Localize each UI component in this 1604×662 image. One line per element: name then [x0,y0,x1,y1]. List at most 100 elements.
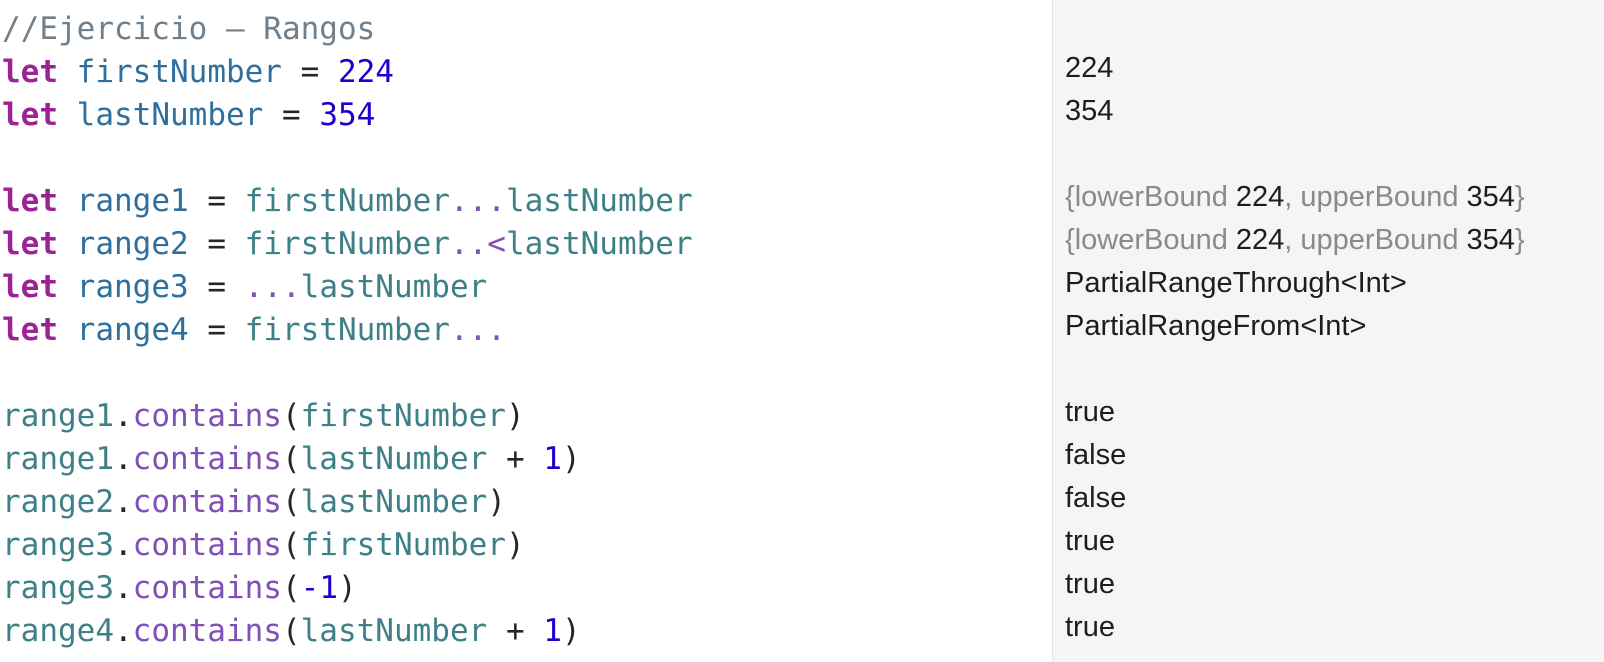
range1-reference: range1 [2,441,114,477]
result-value: 224 [1065,52,1114,84]
contains-method: contains [132,484,282,520]
range1-declaration: range1 [76,183,189,219]
result-value: true [1065,525,1115,557]
open-paren: ( [281,484,301,520]
let-keyword: let [2,183,58,219]
contains-method: contains [132,441,282,477]
result-first-number[interactable]: 224 [1065,46,1113,90]
range3-declaration: range3 [76,269,189,305]
first-number-reference: firstNumber [244,183,450,219]
playground-window: //Ejercicio — Rangos let firstNumber = 2… [0,0,1604,662]
result-range4[interactable]: PartialRangeFrom<Int> [1065,304,1366,348]
dot: . [113,570,133,606]
range2-reference: range2 [2,484,114,520]
result-value: true [1065,396,1115,428]
range3-reference: range3 [2,527,114,563]
result-value: 354 [1065,95,1114,127]
first-number-reference: firstNumber [244,226,450,262]
dot: . [113,398,133,434]
dot: . [113,441,133,477]
contains-method: contains [132,527,282,563]
code-line-range1[interactable]: let range1 = firstNumber...lastNumber [2,179,693,223]
comma: , [1284,224,1301,256]
result-check3[interactable]: false [1065,476,1126,520]
brace-close: } [1514,224,1525,256]
comment-text: //Ejercicio — Rangos [2,11,376,47]
result-range3[interactable]: PartialRangeThrough<Int> [1065,261,1407,305]
brace-close: } [1514,181,1525,213]
code-line-last-number[interactable]: let lastNumber = 354 [2,93,375,137]
brace-open: { [1065,224,1075,256]
assign-operator: = [263,97,320,133]
first-number-literal: 224 [337,54,394,90]
upper-bound-value: 354 [1466,224,1515,256]
close-paren: ) [561,441,581,477]
result-check6[interactable]: true [1065,605,1115,649]
result-last-number[interactable]: 354 [1065,89,1113,133]
let-keyword: let [2,226,58,262]
code-line-range2[interactable]: let range2 = firstNumber..<lastNumber [2,222,693,266]
first-number-declaration: firstNumber [76,54,282,90]
code-line-check3[interactable]: range2.contains(lastNumber) [2,480,506,524]
let-keyword: let [2,97,58,133]
code-line-check5[interactable]: range3.contains(-1) [2,566,357,610]
contains-method: contains [132,613,282,649]
code-line-range3[interactable]: let range3 = ...lastNumber [2,265,487,309]
result-value: false [1065,482,1127,514]
range2-declaration: range2 [76,226,189,262]
last-number-reference: lastNumber [300,613,488,649]
one-literal: 1 [543,613,562,649]
dot: . [113,613,133,649]
last-number-reference: lastNumber [300,441,488,477]
minus-sign: - [300,570,320,606]
source-editor[interactable]: //Ejercicio — Rangos let firstNumber = 2… [0,0,1052,662]
let-keyword: let [2,312,58,348]
open-paren: ( [281,441,301,477]
result-check1[interactable]: true [1065,390,1115,434]
one-literal: 1 [543,441,562,477]
range1-reference: range1 [2,398,114,434]
close-paren: ) [505,398,525,434]
assign-operator: = [188,269,245,305]
code-line-check2[interactable]: range1.contains(lastNumber + 1) [2,437,581,481]
dot: . [113,527,133,563]
last-number-reference: lastNumber [300,269,488,305]
half-open-range-operator: ..< [449,226,506,262]
result-check2[interactable]: false [1065,433,1126,477]
range4-reference: range4 [2,613,114,649]
first-number-reference: firstNumber [300,398,506,434]
last-number-declaration: lastNumber [76,97,264,133]
upper-bound-value: 354 [1466,181,1515,213]
upper-bound-label: upperBound [1300,181,1459,213]
result-type: PartialRangeFrom<Int> [1065,310,1367,342]
close-paren: ) [487,484,506,520]
contains-method: contains [132,570,282,606]
close-paren: ) [505,527,525,563]
range3-reference: range3 [2,570,114,606]
code-line-check4[interactable]: range3.contains(firstNumber) [2,523,525,567]
plus-operator: + [487,613,544,649]
result-check5[interactable]: true [1065,562,1115,606]
results-sidebar: 224 354 {lowerBound 224, upperBound 354}… [1052,0,1604,662]
code-line-first-number[interactable]: let firstNumber = 224 [2,50,394,94]
open-paren: ( [281,398,301,434]
last-number-literal: 354 [319,97,376,133]
result-value: true [1065,611,1115,643]
assign-operator: = [281,54,338,90]
closed-range-operator: ... [449,312,506,348]
result-range2[interactable]: {lowerBound 224, upperBound 354} [1065,218,1525,262]
code-line-range4[interactable]: let range4 = firstNumber... [2,308,506,352]
assign-operator: = [188,312,245,348]
let-keyword: let [2,269,58,305]
lower-bound-value: 224 [1235,181,1285,213]
assign-operator: = [188,183,245,219]
code-line-comment[interactable]: //Ejercicio — Rangos [2,7,375,51]
last-number-reference: lastNumber [300,484,488,520]
first-number-reference: firstNumber [244,312,450,348]
closed-range-operator: ... [449,183,506,219]
result-check4[interactable]: true [1065,519,1115,563]
result-range1[interactable]: {lowerBound 224, upperBound 354} [1065,175,1525,219]
code-line-check1[interactable]: range1.contains(firstNumber) [2,394,525,438]
upper-bound-label: upperBound [1300,224,1459,256]
code-line-check6[interactable]: range4.contains(lastNumber + 1) [2,609,581,653]
